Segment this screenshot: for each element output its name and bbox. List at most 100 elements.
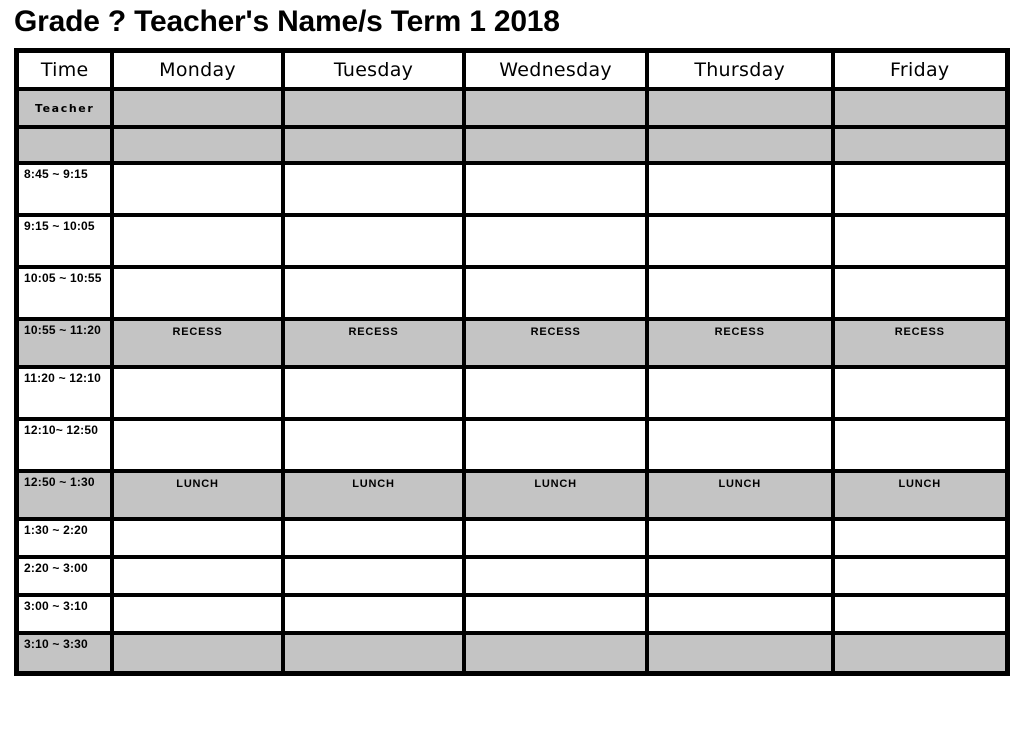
teacher-row-label: Teacher <box>34 101 95 115</box>
page-title: Grade ? Teacher's Name/s Term 1 2018 <box>14 5 560 38</box>
time-cell: 2:20 ~ 3:00 <box>17 557 113 595</box>
slot-cell-friday[interactable]: RECESS <box>832 319 1007 367</box>
slot-cell-friday[interactable] <box>832 557 1007 595</box>
slot-cell-tuesday[interactable] <box>282 419 465 471</box>
slot-cell-friday[interactable] <box>832 367 1007 419</box>
slot-cell-monday[interactable] <box>112 557 283 595</box>
slot-cell-thursday[interactable] <box>646 557 833 595</box>
slot-cell-thursday[interactable] <box>646 633 833 673</box>
slot-cell-tuesday[interactable] <box>282 595 465 633</box>
time-slot-label: 2:20 ~ 3:00 <box>24 561 88 575</box>
slot-cell-tuesday[interactable] <box>282 367 465 419</box>
slot-cell-tuesday[interactable]: LUNCH <box>282 471 465 519</box>
slot-cell-wednesday[interactable] <box>464 557 647 595</box>
slot-cell-monday[interactable] <box>112 267 283 319</box>
slot-cell-thursday[interactable] <box>646 519 833 557</box>
timetable-row: 1:30 ~ 2:20 <box>17 519 1007 557</box>
slot-cell-monday[interactable]: LUNCH <box>112 471 283 519</box>
slot-cell-tuesday[interactable] <box>282 633 465 673</box>
timetable-page: Grade ? Teacher's Name/s Term 1 2018 Tim… <box>0 0 1024 743</box>
slot-cell-wednesday[interactable] <box>464 267 647 319</box>
break-label: RECESS <box>348 326 399 338</box>
header-cell-time: Time <box>17 51 113 89</box>
slot-cell-tuesday[interactable] <box>282 89 465 127</box>
timetable-row: Teacher <box>17 89 1007 127</box>
slot-cell-friday[interactable] <box>832 127 1007 163</box>
slot-cell-thursday[interactable] <box>646 163 833 215</box>
slot-cell-wednesday[interactable] <box>464 419 647 471</box>
slot-cell-friday[interactable] <box>832 419 1007 471</box>
time-slot-label: 10:55 ~ 11:20 <box>24 323 101 337</box>
slot-cell-thursday[interactable]: LUNCH <box>646 471 833 519</box>
timetable-row: 10:55 ~ 11:20 RECESS RECESS RECESS RECESS REC… <box>17 319 1007 367</box>
slot-cell-wednesday[interactable] <box>464 127 647 163</box>
break-label: RECESS <box>714 326 765 338</box>
slot-cell-tuesday[interactable] <box>282 519 465 557</box>
slot-cell-thursday[interactable] <box>646 89 833 127</box>
slot-cell-monday[interactable] <box>112 127 283 163</box>
slot-cell-thursday[interactable] <box>646 127 833 163</box>
slot-cell-wednesday[interactable] <box>464 89 647 127</box>
slot-cell-wednesday[interactable] <box>464 215 647 267</box>
slot-cell-wednesday[interactable]: RECESS <box>464 319 647 367</box>
slot-cell-wednesday[interactable]: LUNCH <box>464 471 647 519</box>
slot-cell-monday[interactable]: RECESS <box>112 319 283 367</box>
slot-cell-friday[interactable] <box>832 519 1007 557</box>
time-cell <box>17 127 113 163</box>
time-slot-label: 10:05 ~ 10:55 <box>24 271 102 285</box>
break-label: LUNCH <box>898 478 941 490</box>
column-header-label: Tuesday <box>333 58 414 81</box>
slot-cell-tuesday[interactable] <box>282 267 465 319</box>
header-cell-tuesday: Tuesday <box>282 51 465 89</box>
slot-cell-thursday[interactable]: RECESS <box>646 319 833 367</box>
timetable-row: 10:05 ~ 10:55 <box>17 267 1007 319</box>
timetable-body: Teacher 8:45 ~ 9:15 9:15 ~ 10:05 10:05 ~ 10… <box>17 89 1007 673</box>
column-header-label: Friday <box>890 58 950 81</box>
column-header-label: Time <box>40 58 89 81</box>
slot-cell-tuesday[interactable]: RECESS <box>282 319 465 367</box>
slot-cell-tuesday[interactable] <box>282 163 465 215</box>
time-cell: 12:10~ 12:50 <box>17 419 113 471</box>
slot-cell-wednesday[interactable] <box>464 367 647 419</box>
slot-cell-monday[interactable] <box>112 595 283 633</box>
slot-cell-tuesday[interactable] <box>282 215 465 267</box>
break-label: RECESS <box>172 326 223 338</box>
slot-cell-tuesday[interactable] <box>282 127 465 163</box>
slot-cell-tuesday[interactable] <box>282 557 465 595</box>
slot-cell-monday[interactable] <box>112 419 283 471</box>
slot-cell-thursday[interactable] <box>646 419 833 471</box>
break-label: LUNCH <box>534 478 577 490</box>
slot-cell-friday[interactable] <box>832 163 1007 215</box>
time-cell: 3:00 ~ 3:10 <box>17 595 113 633</box>
slot-cell-thursday[interactable] <box>646 267 833 319</box>
time-cell: 9:15 ~ 10:05 <box>17 215 113 267</box>
slot-cell-friday[interactable] <box>832 633 1007 673</box>
slot-cell-monday[interactable] <box>112 519 283 557</box>
time-slot-label: 3:10 ~ 3:30 <box>24 637 88 651</box>
slot-cell-wednesday[interactable] <box>464 595 647 633</box>
time-slot-label: 11:20 ~ 12:10 <box>24 371 101 385</box>
timetable-row: 2:20 ~ 3:00 <box>17 557 1007 595</box>
slot-cell-friday[interactable] <box>832 215 1007 267</box>
time-cell: 12:50 ~ 1:30 <box>17 471 113 519</box>
slot-cell-monday[interactable] <box>112 89 283 127</box>
slot-cell-monday[interactable] <box>112 163 283 215</box>
slot-cell-wednesday[interactable] <box>464 519 647 557</box>
slot-cell-thursday[interactable] <box>646 367 833 419</box>
slot-cell-thursday[interactable] <box>646 215 833 267</box>
slot-cell-friday[interactable] <box>832 89 1007 127</box>
slot-cell-monday[interactable] <box>112 215 283 267</box>
slot-cell-monday[interactable] <box>112 633 283 673</box>
column-header-label: Wednesday <box>499 58 612 81</box>
header-cell-friday: Friday <box>832 51 1007 89</box>
slot-cell-friday[interactable]: LUNCH <box>832 471 1007 519</box>
time-slot-label: 12:50 ~ 1:30 <box>24 475 95 489</box>
slot-cell-friday[interactable] <box>832 267 1007 319</box>
slot-cell-wednesday[interactable] <box>464 633 647 673</box>
timetable-row: 3:00 ~ 3:10 <box>17 595 1007 633</box>
slot-cell-thursday[interactable] <box>646 595 833 633</box>
slot-cell-monday[interactable] <box>112 367 283 419</box>
slot-cell-wednesday[interactable] <box>464 163 647 215</box>
slot-cell-friday[interactable] <box>832 595 1007 633</box>
time-slot-label: 12:10~ 12:50 <box>24 423 99 437</box>
